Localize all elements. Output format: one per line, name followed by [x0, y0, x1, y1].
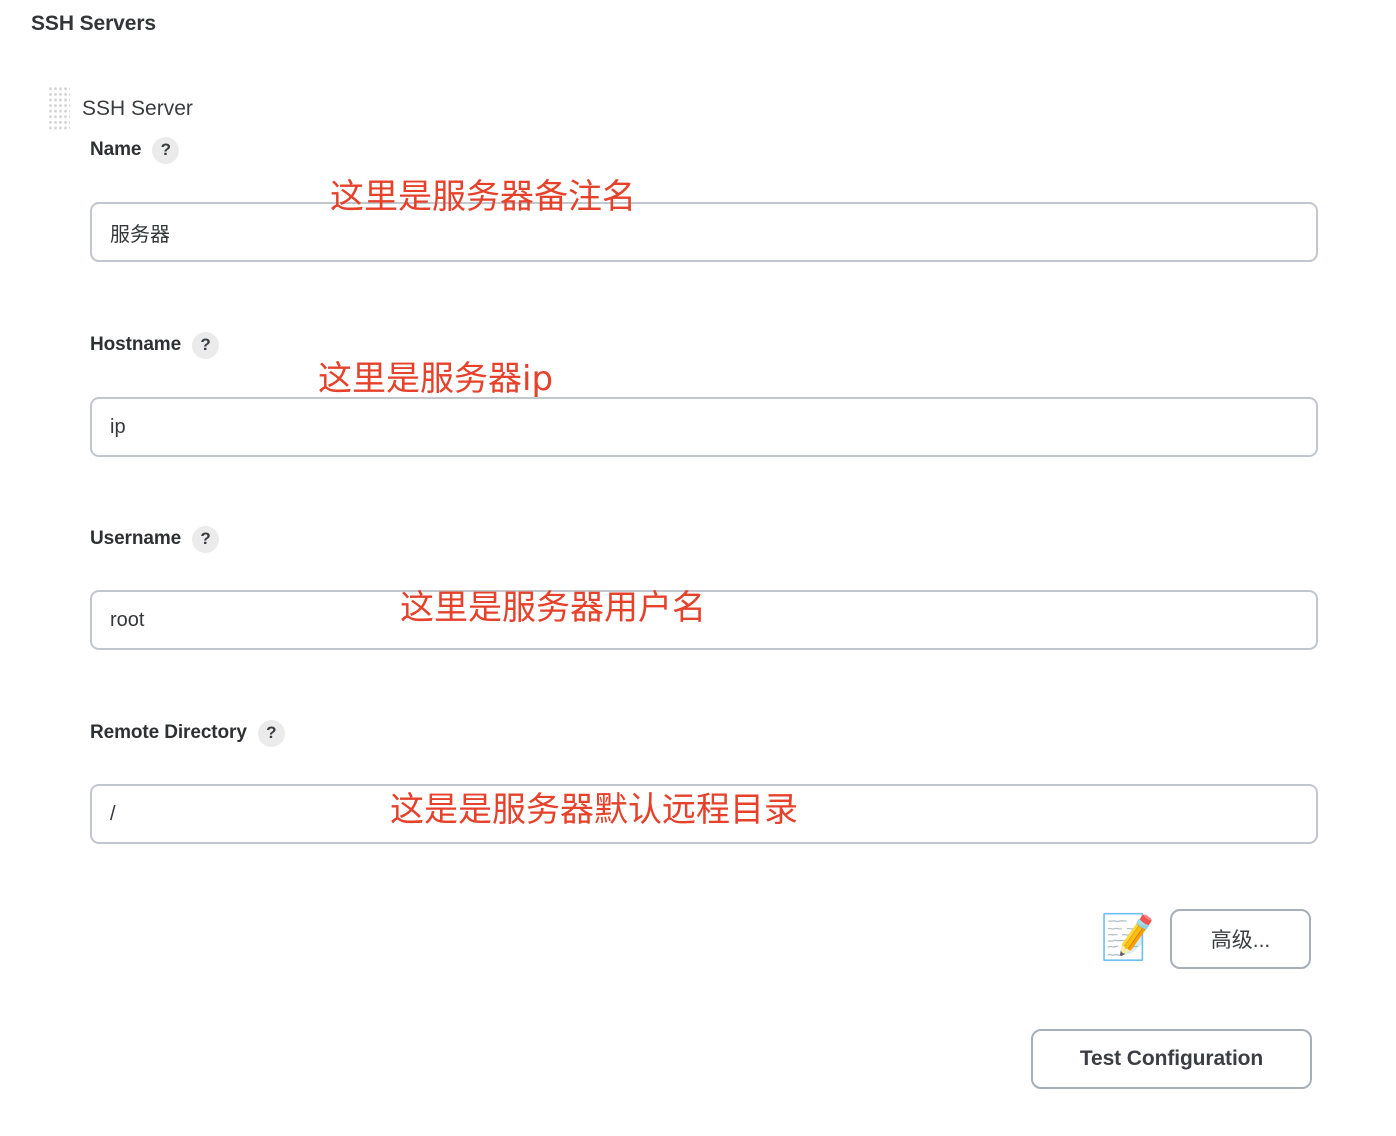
field-name-label-row: Name ? — [90, 136, 180, 164]
help-icon[interactable]: ? — [152, 136, 180, 164]
field-hostname: Hostname ? — [90, 331, 220, 359]
field-name-label: Name — [90, 139, 142, 160]
server-label: SSH Server — [82, 96, 193, 120]
memo-icon: 📝 — [1100, 913, 1155, 962]
username-input[interactable] — [90, 590, 1318, 650]
field-remote-directory: Remote Directory ? — [90, 719, 285, 747]
field-remote-directory-label-row: Remote Directory ? — [90, 719, 285, 747]
field-username-label: Username — [90, 528, 182, 549]
hostname-input[interactable] — [90, 397, 1318, 457]
test-configuration-button[interactable]: Test Configuration — [1031, 1029, 1312, 1089]
help-icon[interactable]: ? — [192, 525, 220, 553]
drag-dots-icon[interactable] — [48, 86, 70, 130]
server-header: SSH Server — [48, 86, 193, 130]
field-username-label-row: Username ? — [90, 525, 220, 553]
field-username: Username ? — [90, 525, 220, 553]
annotation-hostname: 这里是服务器ip — [318, 359, 554, 399]
page-title: SSH Servers — [31, 12, 156, 35]
help-icon[interactable]: ? — [257, 719, 285, 747]
advanced-button[interactable]: 高级... — [1170, 909, 1311, 969]
field-name: Name ? — [90, 136, 180, 164]
help-icon[interactable]: ? — [192, 331, 220, 359]
field-remote-directory-label: Remote Directory — [90, 722, 247, 743]
field-hostname-label: Hostname — [90, 334, 182, 355]
field-hostname-label-row: Hostname ? — [90, 331, 220, 359]
name-input[interactable] — [90, 202, 1318, 262]
remote-directory-input[interactable] — [90, 784, 1318, 844]
